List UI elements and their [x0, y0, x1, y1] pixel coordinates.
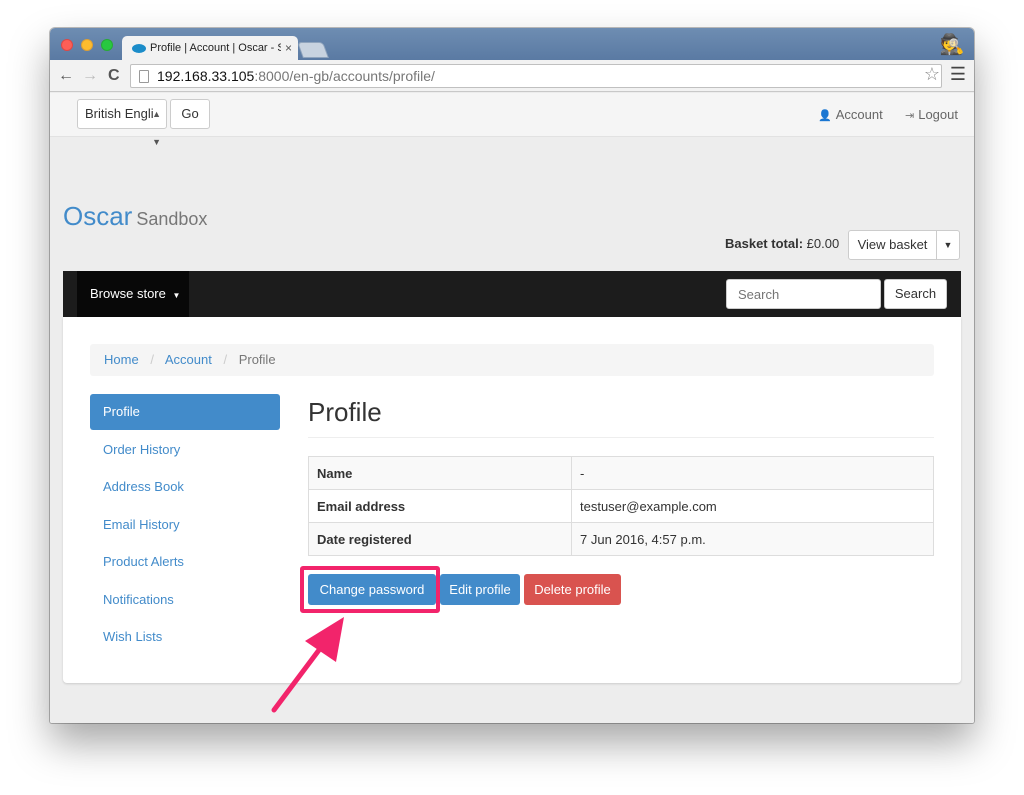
logout-link-label: Logout — [918, 107, 958, 122]
user-icon: 👤 — [818, 110, 832, 122]
breadcrumb-separator: / — [150, 352, 154, 367]
account-link[interactable]: 👤 Account — [818, 107, 883, 122]
basket-total: Basket total: £0.00 — [725, 236, 839, 251]
back-arrow-icon[interactable]: ← — [58, 66, 74, 86]
browser-toolbar: ← → C 192.168.33.105 :8000/en-gb/account… — [50, 60, 974, 92]
browser-menu-icon[interactable]: ☰ — [950, 64, 966, 85]
annotation-highlight-box — [300, 566, 440, 613]
url-host: 192.168.33.105 — [157, 68, 255, 84]
content-panel: Home / Account / Profile Profile Order H… — [63, 317, 961, 683]
oscar-favicon-icon — [132, 43, 146, 53]
breadcrumb-account[interactable]: Account — [165, 352, 212, 367]
sidebar-item-address-book[interactable]: Address Book — [90, 469, 280, 505]
row-value: 7 Jun 2016, 4:57 p.m. — [571, 522, 934, 556]
row-value: - — [571, 456, 934, 490]
minimize-window-button[interactable] — [81, 39, 93, 51]
search-input[interactable] — [726, 279, 881, 309]
table-row: Email address testuser@example.com — [308, 489, 934, 523]
profile-table: Name - Email address testuser@example.co… — [308, 456, 934, 556]
browse-store-dropdown[interactable]: Browse store ▼ — [77, 271, 189, 317]
view-basket-button[interactable]: View basket — [849, 231, 937, 259]
bookmark-star-icon[interactable]: ☆ — [924, 64, 940, 85]
row-label: Email address — [308, 489, 572, 523]
breadcrumb-home[interactable]: Home — [104, 352, 139, 367]
table-row: Name - — [308, 456, 934, 490]
breadcrumb-separator: / — [223, 352, 228, 367]
account-link-label: Account — [835, 107, 883, 122]
browse-store-label: Browse store — [90, 286, 166, 301]
basket-dropdown-caret-icon[interactable]: ▼ — [937, 231, 959, 259]
select-updown-icon: ▲ ▼ — [152, 109, 161, 147]
sidebar-item-product-alerts[interactable]: Product Alerts — [90, 544, 280, 580]
edit-profile-button[interactable]: Edit profile — [440, 574, 520, 605]
search-button[interactable]: Search — [884, 279, 947, 309]
row-label: Date registered — [308, 522, 572, 556]
brand-subtitle: Sandbox — [136, 209, 208, 229]
tab-title: Profile | Account | Oscar - S — [150, 42, 281, 54]
basket-total-label: Basket total: — [725, 236, 804, 251]
url-path: :8000/en-gb/accounts/profile/ — [254, 68, 435, 84]
sidebar-item-email-history[interactable]: Email History — [90, 507, 280, 543]
close-window-button[interactable] — [61, 39, 73, 51]
site-brand[interactable]: Oscar Sandbox — [63, 201, 207, 232]
caret-down-icon: ▼ — [172, 291, 181, 300]
page-viewport: British Engli ▲ ▼ Go 👤 Account ⇥ Logout Osc… — [50, 93, 974, 723]
row-value: testuser@example.com — [571, 489, 934, 523]
sidebar-item-notifications[interactable]: Notifications — [90, 582, 280, 618]
table-row: Date registered 7 Jun 2016, 4:57 p.m. — [308, 522, 934, 556]
tab-close-icon[interactable]: × — [285, 41, 292, 55]
page-icon — [139, 69, 149, 83]
language-select-value: British Engli — [85, 106, 154, 121]
logout-link[interactable]: ⇥ Logout — [905, 107, 958, 122]
account-sidebar: Profile Order History Address Book Email… — [90, 394, 280, 657]
main-navbar: Browse store ▼ Search — [63, 271, 961, 317]
sidebar-item-wish-lists[interactable]: Wish Lists — [90, 619, 280, 655]
sidebar-item-profile[interactable]: Profile — [90, 394, 280, 430]
forward-arrow-icon[interactable]: → — [82, 66, 98, 86]
maximize-window-button[interactable] — [101, 39, 113, 51]
language-select[interactable]: British Engli ▲ ▼ — [77, 99, 167, 147]
title-divider — [308, 437, 934, 438]
address-bar[interactable]: 192.168.33.105 :8000/en-gb/accounts/prof… — [130, 64, 942, 88]
browser-tab[interactable]: Profile | Account | Oscar - S × — [122, 36, 298, 60]
sidebar-item-order-history[interactable]: Order History — [90, 432, 280, 468]
go-button[interactable]: Go — [170, 99, 210, 129]
page-title: Profile — [308, 397, 382, 427]
site-topbar: British Engli ▲ ▼ Go 👤 Account ⇥ Logout — [50, 93, 974, 147]
browser-titlebar: Profile | Account | Oscar - S × 🕵 — [50, 28, 974, 60]
new-tab-button[interactable] — [297, 42, 329, 58]
brand-name: Oscar — [63, 201, 133, 231]
incognito-icon: 🕵 — [939, 34, 965, 56]
row-label: Name — [308, 456, 572, 490]
basket-total-value: £0.00 — [806, 236, 840, 251]
logout-icon: ⇥ — [905, 110, 915, 122]
reload-icon[interactable]: C — [108, 66, 120, 86]
delete-profile-button[interactable]: Delete profile — [524, 574, 621, 605]
breadcrumb: Home / Account / Profile — [90, 344, 934, 376]
breadcrumb-current: Profile — [238, 352, 276, 367]
browser-window: Profile | Account | Oscar - S × 🕵 ← → C … — [50, 28, 974, 723]
view-basket-button-group: View basket ▼ — [848, 230, 960, 260]
